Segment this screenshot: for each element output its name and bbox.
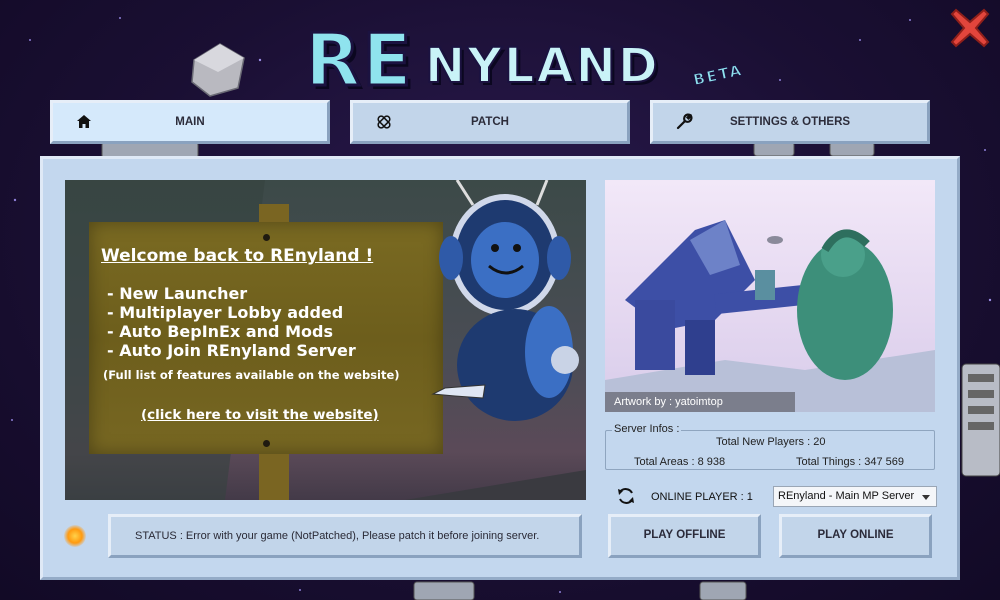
signpost-bottom: [259, 452, 289, 500]
feature-item: - Auto Join REnyland Server: [107, 341, 356, 360]
server-infos-box: Server Infos : Total New Players : 20 To…: [605, 423, 935, 470]
tab-label: SETTINGS & OTHERS: [729, 116, 851, 128]
news-banner[interactable]: Welcome back to REnyland ! - New Launche…: [65, 180, 586, 500]
mascot-robot-art: [431, 180, 579, 421]
status-bar: STATUS : Error with your game (NotPatche…: [108, 514, 582, 558]
selected-server: REnyland - Main MP Server: [778, 490, 915, 502]
artwork-illustration: [605, 220, 935, 412]
home-icon: [77, 115, 91, 128]
chevron-down-icon: [922, 495, 930, 500]
online-player-count: ONLINE PLAYER : 1: [651, 491, 753, 503]
tab-settings-others[interactable]: SETTINGS & OTHERS: [650, 100, 930, 144]
logo-nyland-glyphs: NYLAND: [424, 37, 660, 95]
feature-item: - Multiplayer Lobby added: [107, 303, 344, 322]
artwork-credit: Artwork by : yatoimtop: [605, 392, 795, 412]
close-icon[interactable]: [948, 6, 992, 50]
features-note: (Full list of features available on the …: [103, 368, 400, 382]
floating-cube-decoration: [191, 43, 245, 97]
logo-re-glyphs: RE: [304, 17, 414, 104]
featured-artwork: Artwork by : yatoimtop: [605, 180, 935, 412]
wooden-sign: Welcome back to REnyland ! - New Launche…: [89, 222, 443, 454]
website-link[interactable]: (click here to visit the website): [141, 407, 379, 423]
sign-nail: [263, 440, 270, 447]
sign-nail: [263, 234, 270, 241]
total-new-players: Total New Players : 20: [716, 436, 826, 448]
feature-item: - Auto BepInEx and Mods: [107, 322, 333, 341]
floating-machine-decoration: [961, 363, 1000, 477]
tab-main[interactable]: MAIN: [50, 100, 330, 144]
logo-beta-badge: BETA: [691, 60, 745, 90]
floating-device-decoration: [413, 581, 747, 600]
total-things: Total Things : 347 569: [796, 456, 905, 468]
play-offline-button[interactable]: PLAY OFFLINE: [608, 514, 761, 558]
tab-label: MAIN: [175, 116, 205, 128]
total-areas: Total Areas : 8 938: [634, 456, 726, 468]
news-title: Welcome back to REnyland !: [101, 246, 374, 266]
play-online-button[interactable]: PLAY ONLINE: [779, 514, 932, 558]
bandage-icon: [377, 115, 391, 129]
refresh-icon[interactable]: [616, 486, 636, 506]
tab-label: PATCH: [471, 116, 509, 128]
signpost-top: [259, 204, 289, 224]
renyland-logo: RE NYLAND BETA: [304, 14, 746, 104]
feature-item: - New Launcher: [107, 284, 248, 303]
status-text: STATUS : Error with your game (NotPatche…: [135, 530, 540, 542]
wrench-icon: [676, 113, 693, 130]
server-infos-legend: Server Infos :: [612, 423, 682, 435]
server-select-dropdown[interactable]: REnyland - Main MP Server: [773, 486, 937, 507]
status-indicator-light: [64, 525, 86, 547]
tab-patch[interactable]: PATCH: [350, 100, 630, 144]
